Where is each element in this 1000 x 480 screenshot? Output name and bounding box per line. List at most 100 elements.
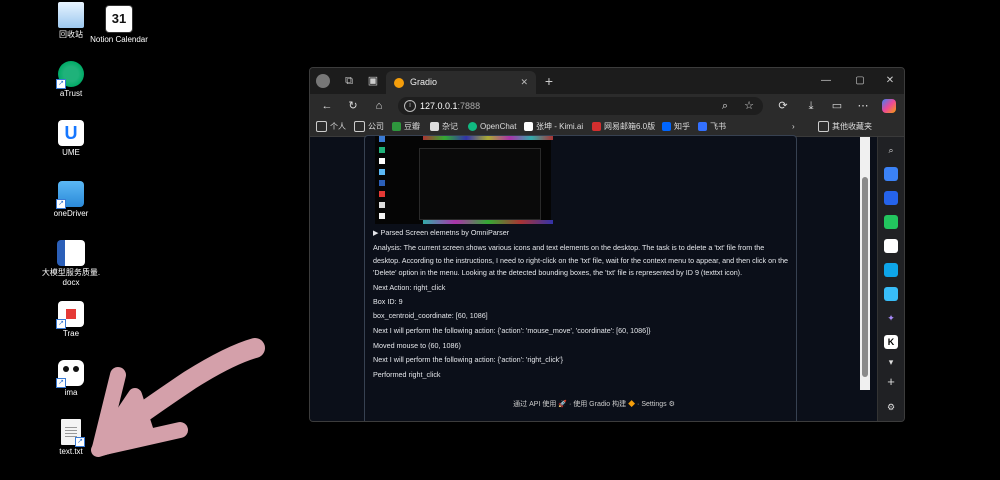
action-step-1-result: Moved mouse to (60, 1086) — [373, 341, 461, 350]
next-action-text: Next Action: right_click — [373, 283, 446, 292]
edge-sidebar: ⌕ ✦ K ▾ + ⚙ — [877, 137, 904, 421]
feishu-icon — [698, 122, 707, 132]
browser-window: ⧉ ▣ Gradio ✕ + — ▢ ✕ ← ↻ ⌂ i 127.0.0.1:7… — [309, 67, 905, 422]
extensions-icon[interactable]: ⟳ — [776, 99, 790, 113]
gradio-favicon-icon — [394, 77, 404, 88]
calendar-icon: 31 — [105, 5, 133, 33]
folder-icon — [316, 121, 327, 133]
calendar-day: 31 — [111, 11, 127, 26]
footer-built-link[interactable]: 使用 Gradio 构建 — [573, 401, 626, 408]
sidebar-settings-icon[interactable]: ⚙ — [884, 400, 898, 414]
bookmark-netease-mail[interactable]: 网易邮箱6.0版 — [592, 118, 655, 136]
bookmark-notes[interactable]: 杂记 — [430, 118, 458, 136]
mail-icon — [592, 122, 601, 132]
bookmark-douban[interactable]: 豆瓣 — [392, 118, 420, 136]
desktop-icon-docx[interactable]: 大模型服务质量.docx — [41, 240, 101, 288]
app-icon-4[interactable] — [884, 263, 898, 277]
folder-icon — [354, 121, 365, 133]
bookmark-folder-personal[interactable]: 个人 — [316, 118, 346, 136]
home-icon[interactable]: ⌂ — [372, 99, 386, 113]
scrollbar-thumb[interactable] — [862, 177, 868, 377]
shortcut-arrow-icon: ↗ — [56, 79, 66, 89]
bookmark-folder-company[interactable]: 公司 — [354, 118, 384, 136]
new-tab-icon[interactable]: + — [542, 74, 556, 88]
shortcut-arrow-icon: ↗ — [56, 319, 66, 329]
action-step-1: Next I will perform the following action… — [373, 326, 651, 335]
chevron-down-icon[interactable]: ▾ — [884, 355, 898, 369]
bookmarks-overflow-icon[interactable]: › — [792, 118, 795, 136]
desktop-icon-ume[interactable]: U UME — [41, 120, 101, 158]
sparkle-icon[interactable]: ✦ — [884, 311, 898, 325]
annotation-arrow — [91, 338, 265, 457]
screenshot-icon[interactable]: ▭ — [830, 99, 844, 113]
folder-icon — [818, 121, 829, 133]
tab-gradio[interactable]: Gradio ✕ — [386, 71, 536, 94]
folder-icon: ↗ — [56, 181, 84, 209]
bookmark-other-favorites[interactable]: 其他收藏夹 — [818, 118, 872, 136]
page-scrollbar[interactable] — [860, 137, 870, 390]
kimi-sidebar-icon[interactable]: K — [884, 335, 898, 349]
douban-icon — [392, 122, 401, 132]
vertical-tabs-icon[interactable]: ▣ — [366, 74, 380, 88]
app-icon-1[interactable] — [884, 191, 898, 205]
analysis-text: Analysis: The current screen shows vario… — [373, 243, 789, 277]
centroid-text: box_centroid_coordinate: [60, 1086] — [373, 311, 488, 320]
refresh-icon[interactable]: ↻ — [346, 99, 360, 113]
app-icon-2[interactable] — [884, 215, 898, 229]
desktop-icon-onedriver[interactable]: ↗ oneDriver — [41, 181, 101, 219]
desktop-icon-notion-calendar[interactable]: 31 Notion Calendar — [89, 5, 149, 45]
url-port: :7888 — [457, 101, 481, 111]
kimi-icon — [524, 122, 533, 132]
download-icon[interactable]: ⤓ — [804, 99, 818, 113]
search-icon[interactable]: ⌕ — [884, 143, 898, 157]
shortcut-arrow-icon: ↗ — [56, 199, 66, 209]
gradio-footer: 通过 API 使用 🚀 · 使用 Gradio 构建 ◆ · Settings … — [513, 401, 675, 408]
favorite-star-icon[interactable]: ☆ — [742, 99, 756, 113]
maximize-button[interactable]: ▢ — [852, 73, 868, 89]
atrust-icon: ↗ — [56, 61, 84, 89]
zoom-icon[interactable]: ⌕ — [718, 99, 732, 113]
action-step-2-result: Performed right_click — [373, 370, 441, 379]
gear-icon: ⚙ — [668, 401, 675, 408]
notes-icon — [430, 122, 439, 132]
workspaces-icon[interactable]: ⧉ — [342, 74, 356, 88]
close-window-button[interactable]: ✕ — [882, 73, 898, 89]
tab-bar: ⧉ ▣ Gradio ✕ + — ▢ ✕ — [310, 68, 904, 94]
desktop-icon-atrust[interactable]: ↗ aTrust — [41, 61, 101, 99]
add-sidebar-app-icon[interactable]: + — [884, 375, 898, 389]
close-tab-icon[interactable]: ✕ — [520, 71, 528, 94]
word-document-icon — [57, 240, 85, 266]
copilot-icon[interactable] — [882, 99, 896, 113]
parsed-screenshot-image — [375, 136, 553, 224]
footer-settings-link[interactable]: Settings — [641, 401, 666, 408]
app-icon-3[interactable] — [884, 239, 898, 253]
gradio-logo-icon: ◆ — [628, 401, 636, 408]
desktop-icon-label: 大模型服务质量.docx — [41, 268, 101, 287]
bookmark-kimi[interactable]: 张坤 - Kimi.ai — [524, 118, 583, 136]
profile-icon[interactable] — [316, 74, 330, 88]
page-content: ▶ Parsed Screen elemetns by OmniParser A… — [310, 135, 878, 421]
bookmark-feishu[interactable]: 飞书 — [698, 118, 726, 136]
action-step-2: Next I will perform the following action… — [373, 355, 564, 364]
recycle-bin-icon — [58, 2, 84, 28]
bookmark-zhihu[interactable]: 知乎 — [662, 118, 690, 136]
rocket-icon: 🚀 — [558, 401, 567, 408]
desktop-icon-label: oneDriver — [53, 209, 89, 218]
zhihu-icon — [662, 122, 671, 132]
tab-title: Gradio — [410, 77, 438, 87]
parsed-elements-accordion[interactable]: ▶ Parsed Screen elemetns by OmniParser — [373, 226, 509, 239]
more-menu-icon[interactable]: ⋯ — [856, 99, 870, 113]
copilot-sidebar-icon[interactable] — [884, 167, 898, 181]
ume-icon: U — [58, 120, 84, 146]
address-bar-row: ← ↻ ⌂ i 127.0.0.1:7888 ⌕ ☆ ⟳ ⤓ ▭ ⋯ — [310, 94, 904, 118]
site-info-icon[interactable]: i — [404, 100, 416, 112]
bookmark-openchat[interactable]: OpenChat — [468, 118, 516, 136]
back-icon[interactable]: ← — [320, 99, 334, 113]
footer-api-link[interactable]: 通过 API 使用 — [513, 401, 556, 408]
url-host: 127.0.0.1 — [420, 101, 458, 111]
minimize-button[interactable]: — — [818, 73, 834, 89]
url-field[interactable]: i 127.0.0.1:7888 — [398, 97, 763, 115]
desktop-icon-label: Notion Calendar — [90, 35, 148, 44]
box-id-text: Box ID: 9 — [373, 297, 403, 306]
app-icon-5[interactable] — [884, 287, 898, 301]
